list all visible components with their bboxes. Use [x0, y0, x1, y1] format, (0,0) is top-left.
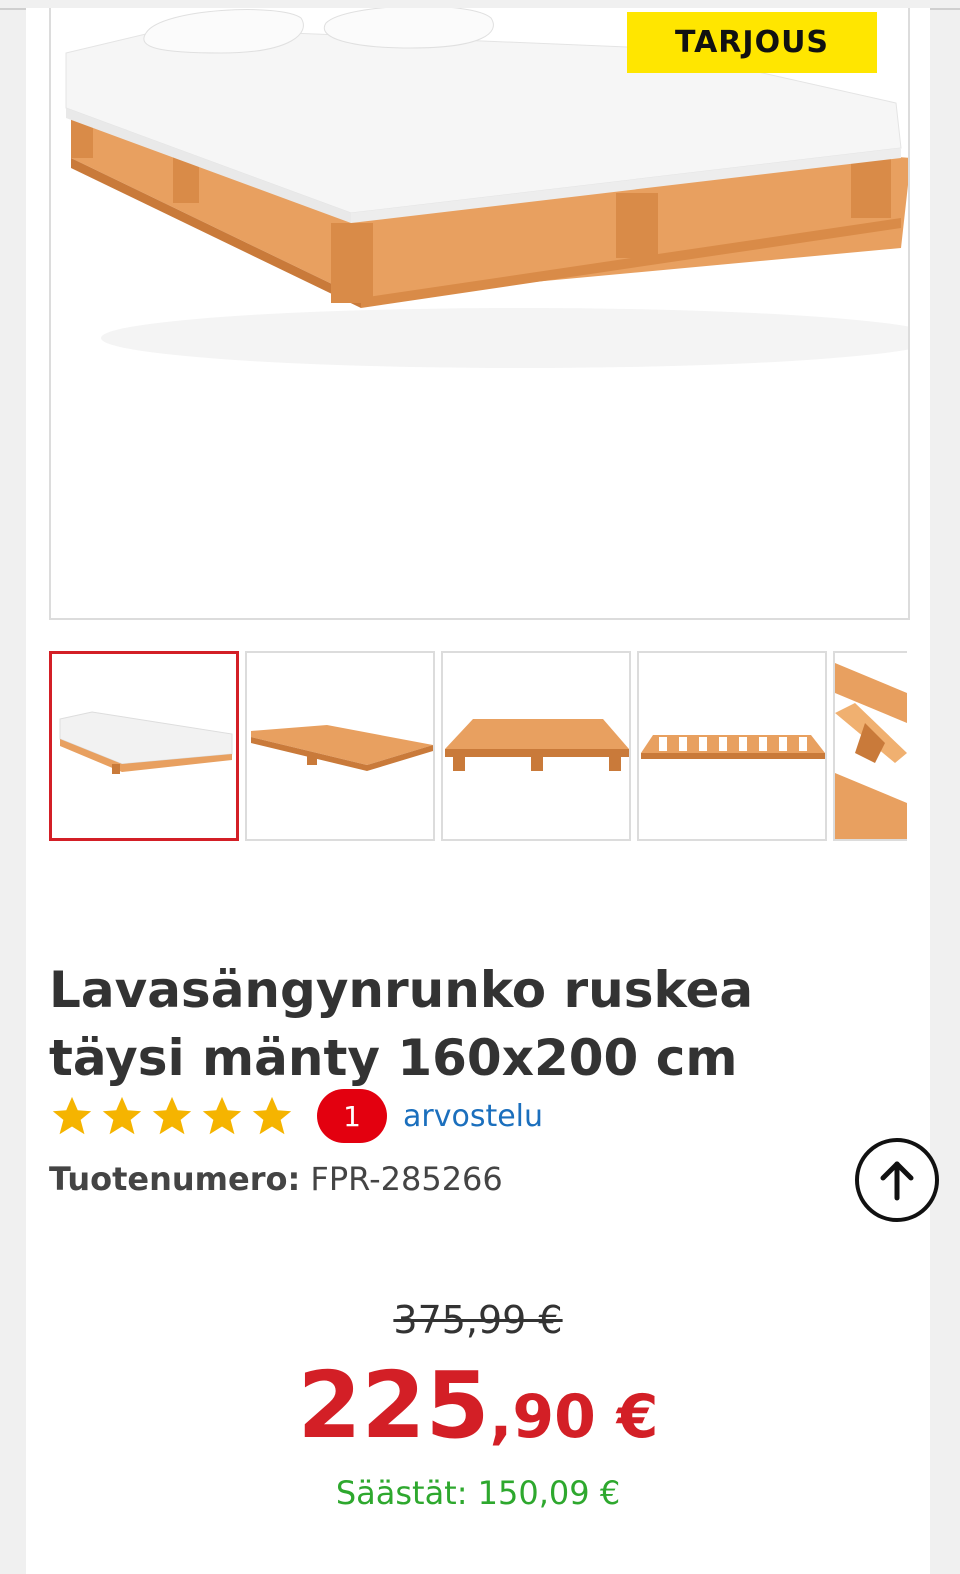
scroll-to-top-button[interactable] — [855, 1138, 939, 1222]
sku-label: Tuotenumero: — [49, 1160, 301, 1198]
thumbnail-bed-icon — [59, 711, 233, 774]
sku-value: FPR-285266 — [310, 1160, 503, 1198]
reviews-link[interactable]: arvostelu — [403, 1099, 543, 1134]
price-whole: 225 — [297, 1352, 490, 1459]
thumbnail-4[interactable] — [637, 651, 827, 841]
product-title: Lavasängynrunko ruskea täysi mänty 160x2… — [49, 960, 754, 1087]
sale-price: 225,90 € — [0, 1352, 956, 1459]
savings-text: Säästät: 150,09 € — [335, 1474, 621, 1512]
price-fraction: ,90 € — [489, 1382, 659, 1452]
bed-illustration — [65, 8, 908, 368]
star-icon — [102, 1096, 142, 1135]
rating-row: 1 arvostelu — [49, 1088, 543, 1144]
thumbnail-frame-icon — [251, 725, 433, 771]
thumbnail-1[interactable] — [49, 651, 239, 841]
arrow-up-icon — [880, 1161, 914, 1201]
thumbnail-2[interactable] — [245, 651, 435, 841]
thumbnail-detail-icon — [835, 653, 907, 839]
product-sku: Tuotenumero: FPR-285266 — [49, 1160, 503, 1198]
star-icon — [52, 1096, 92, 1135]
thumbnail-frame-top-icon — [641, 735, 825, 759]
thumbnail-frame-front-icon — [445, 719, 629, 771]
star-icon — [152, 1096, 192, 1135]
sale-badge: TARJOUS — [627, 12, 877, 73]
original-price: 375,99 € — [393, 1298, 563, 1342]
thumbnail-5[interactable] — [833, 651, 907, 841]
review-count-badge: 1 — [317, 1089, 387, 1143]
main-product-image[interactable] — [49, 8, 910, 620]
star-icon — [252, 1096, 292, 1135]
star-icon — [202, 1096, 242, 1135]
thumbnail-3[interactable] — [441, 651, 631, 841]
star-rating — [49, 1093, 295, 1139]
